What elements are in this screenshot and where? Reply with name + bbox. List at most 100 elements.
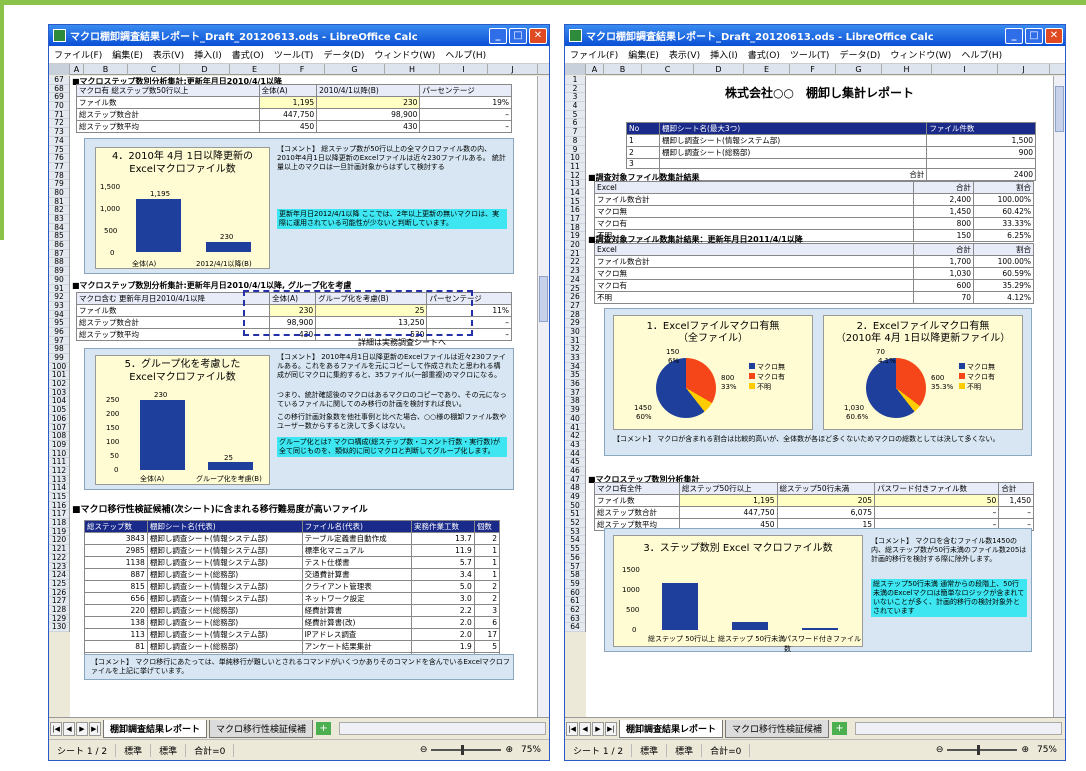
cell[interactable]: 2 (473, 532, 501, 545)
cell[interactable]: 33.33% (973, 217, 1034, 230)
cell[interactable]: 経費計算書(改) (301, 616, 412, 629)
menu-tools[interactable]: ツール(T) (269, 48, 319, 61)
sheet-area[interactable]: 株式会社○○ 棚卸し集計レポート No 棚卸シート名(最大3つ) ファイル件数 1棚… (586, 76, 1053, 717)
tab-report[interactable]: 棚卸調査結果レポート (103, 719, 208, 738)
cell[interactable]: ファイル数合計 (594, 255, 914, 268)
cell[interactable]: 総ステップ数平均 (76, 120, 260, 133)
cell[interactable]: 13.7 (410, 532, 475, 545)
cell[interactable]: 1,700 (913, 255, 974, 268)
cell[interactable]: 2 (473, 592, 501, 605)
minimize-button[interactable]: _ (1005, 27, 1023, 44)
cell[interactable]: 447,750 (679, 506, 778, 519)
cell[interactable]: 棚卸し調査シート(情報システム部) (146, 532, 303, 545)
cell[interactable]: 1.9 (410, 640, 475, 653)
cell[interactable]: 棚卸し調査シート(総務部) (658, 146, 928, 159)
cell[interactable]: 656 (84, 592, 148, 605)
col-D[interactable]: D (180, 64, 230, 75)
cell[interactable]: 1138 (84, 556, 148, 569)
cell[interactable]: 11.9 (410, 544, 475, 557)
cell[interactable]: テーブル定義書自動作成 (301, 532, 412, 545)
cell[interactable]: 81 (84, 640, 148, 653)
col-B[interactable]: B (604, 64, 642, 75)
cell[interactable]: アンケート結果集計 (301, 640, 412, 653)
vertical-scrollbar[interactable] (1053, 76, 1065, 717)
col-I[interactable]: I (440, 64, 488, 75)
horizontal-scrollbar[interactable] (855, 722, 1062, 735)
cell[interactable]: 19% (419, 96, 512, 109)
cell[interactable]: 棚卸し調査シート(総務部) (146, 616, 303, 629)
cell[interactable]: 6.25% (973, 229, 1034, 242)
tab-prev-button[interactable]: ◀ (63, 721, 75, 736)
col-J[interactable]: J (998, 64, 1050, 75)
tab-next-button[interactable]: ▶ (592, 721, 604, 736)
tab-first-button[interactable]: |◀ (50, 721, 62, 736)
cell[interactable]: 220 (84, 604, 148, 617)
cell[interactable]: 6,075 (776, 506, 876, 519)
cell[interactable]: 棚卸し調査シート(情報システム部) (146, 544, 303, 557)
cell[interactable]: 2 (473, 580, 501, 593)
tab-last-button[interactable]: ▶| (605, 721, 617, 736)
cell[interactable]: 1,500 (926, 134, 1036, 147)
cell[interactable]: 447,750 (258, 108, 318, 121)
col-E[interactable]: E (744, 64, 790, 75)
cell[interactable]: 棚卸し調査シート(情報システム部) (146, 556, 303, 569)
add-sheet-button[interactable]: + (832, 722, 848, 735)
col-C[interactable]: C (642, 64, 694, 75)
tab-report[interactable]: 棚卸調査結果レポート (619, 719, 724, 738)
menu-insert[interactable]: 挿入(I) (189, 48, 227, 61)
cell[interactable]: 138 (84, 616, 148, 629)
menu-format[interactable]: 書式(O) (227, 48, 269, 61)
menu-view[interactable]: 表示(V) (148, 48, 189, 61)
bar-chart-4[interactable]: 4．2010年 4月 1日以降更新の Excelマクロファイル数 1,500 1… (95, 147, 270, 269)
cell[interactable]: 棚卸し調査シート(情報システム部) (146, 592, 303, 605)
menu-window[interactable]: ウィンドウ(W) (885, 48, 956, 61)
cell[interactable]: 1,450 (998, 494, 1034, 507)
cell[interactable]: 1,030 (913, 267, 974, 280)
cell[interactable] (658, 158, 928, 169)
cell[interactable]: マクロ有 (594, 217, 914, 230)
cell[interactable]: 60.59% (973, 267, 1034, 280)
tab-last-button[interactable]: ▶| (89, 721, 101, 736)
cell[interactable]: マクロ無 (594, 267, 914, 280)
col-B[interactable]: B (84, 64, 128, 75)
zoom-control[interactable]: ⊖ ⊕ 75% (420, 745, 549, 755)
cell[interactable]: 1 (473, 544, 501, 557)
cell[interactable]: 800 (913, 217, 974, 230)
cell[interactable]: 887 (84, 568, 148, 581)
col-F[interactable]: F (280, 64, 325, 75)
cell[interactable]: 標準化マニュアル (301, 544, 412, 557)
menu-view[interactable]: 表示(V) (664, 48, 705, 61)
cell[interactable]: 900 (926, 146, 1036, 159)
cell[interactable]: マクロ有 (594, 279, 914, 292)
sheet-area[interactable]: ■マクロステップ数別分析集計:更新年月日2010/4/1以降 マクロ有 総ステッ… (70, 76, 537, 717)
cell[interactable]: 3.4 (410, 568, 475, 581)
col-C[interactable]: C (128, 64, 180, 75)
cell[interactable]: 600 (913, 279, 974, 292)
cell[interactable] (926, 158, 1036, 169)
vertical-scrollbar[interactable] (537, 76, 549, 717)
cell[interactable]: – (874, 506, 1000, 519)
cell[interactable]: 棚卸し調査シート(総務部) (146, 568, 303, 581)
menu-data[interactable]: データ(D) (834, 48, 885, 61)
cell[interactable]: 450 (258, 120, 318, 133)
menu-help[interactable]: ヘルプ(H) (956, 48, 1007, 61)
cell[interactable]: ファイル数 (593, 494, 681, 507)
minimize-button[interactable]: _ (489, 27, 507, 44)
cell[interactable]: 棚卸し調査シート(総務部) (146, 604, 303, 617)
col-J[interactable]: J (488, 64, 538, 75)
cell[interactable]: 2,400 (913, 193, 974, 206)
col-H[interactable]: H (882, 64, 932, 75)
cell[interactable]: 113 (84, 628, 148, 641)
menu-help[interactable]: ヘルプ(H) (440, 48, 491, 61)
cell[interactable]: 経費計算書 (301, 604, 412, 617)
tab-prev-button[interactable]: ◀ (579, 721, 591, 736)
cell[interactable]: ネットワーク設定 (301, 592, 412, 605)
bar-chart-5[interactable]: 5．グループ化を考慮した Excelマクロファイル数 250 200 150 1… (95, 355, 270, 485)
col-G[interactable]: G (836, 64, 882, 75)
scroll-thumb[interactable] (1055, 86, 1064, 132)
cell[interactable]: 棚卸し調査シート(情報システム部) (146, 580, 303, 593)
scroll-thumb[interactable] (539, 276, 548, 322)
close-button[interactable]: ✕ (1045, 27, 1063, 44)
cell[interactable]: テスト仕様書 (301, 556, 412, 569)
col-I[interactable]: I (932, 64, 998, 75)
